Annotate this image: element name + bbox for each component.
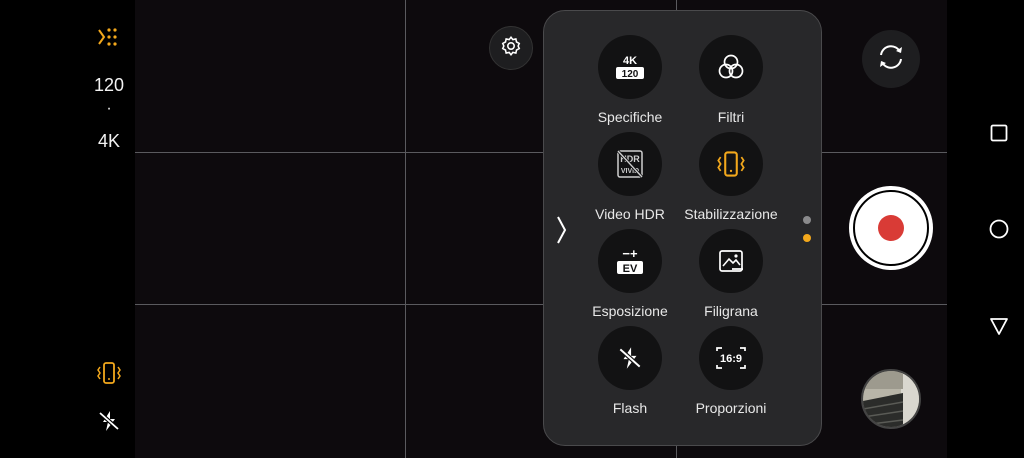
chevron-right-icon[interactable]: [554, 213, 570, 252]
grid-line: [135, 304, 947, 305]
hdr-vivid-off-icon: HDR VIVID: [598, 132, 662, 196]
tile-label: Video HDR: [595, 206, 665, 222]
tile-label: Stabilizzazione: [684, 206, 778, 222]
tile-filtri[interactable]: Filtri: [676, 35, 786, 125]
quick-settings-panel: 4K 120 Specifiche Filtri HDR VIVID Video…: [543, 10, 822, 446]
system-nav-bar: [947, 0, 1024, 458]
separator-dot: ·: [106, 100, 112, 117]
grid-line: [405, 0, 406, 458]
tile-label: Specifiche: [597, 109, 663, 125]
page-dot[interactable]: [803, 216, 811, 224]
resolution-value[interactable]: 4K: [75, 131, 143, 152]
tile-label: Esposizione: [592, 303, 668, 319]
tile-proporzioni[interactable]: 16:9 Proporzioni: [676, 326, 786, 416]
exposure-ev-icon: −+ EV: [598, 229, 662, 293]
circle-icon[interactable]: [989, 219, 1009, 244]
tile-flash[interactable]: Flash: [575, 326, 685, 416]
gear-icon: [500, 35, 522, 62]
tile-label: Filtri: [717, 109, 745, 125]
badge-4k: 4K: [623, 55, 637, 67]
badge-ratio: 16:9: [720, 353, 742, 365]
tile-specifiche[interactable]: 4K 120 Specifiche: [575, 35, 685, 125]
vertical-scan-icon[interactable]: [96, 24, 122, 50]
tile-stabilizzazione[interactable]: Stabilizzazione: [676, 132, 786, 222]
square-icon[interactable]: [990, 124, 1008, 147]
page-dot-active[interactable]: [803, 234, 811, 242]
switch-camera-icon: [876, 42, 906, 77]
watermark-icon: [699, 229, 763, 293]
settings-button[interactable]: [489, 26, 533, 70]
resolution-4k-120-icon: 4K 120: [598, 35, 662, 99]
tile-label: Flash: [612, 400, 648, 416]
left-toolbar: 120 · 4K: [0, 0, 135, 458]
badge-minus-plus: −+: [622, 246, 638, 261]
fps-value[interactable]: 120: [75, 75, 143, 96]
tile-filigrana[interactable]: Filigrana: [676, 229, 786, 319]
tile-label: Proporzioni: [695, 400, 767, 416]
switch-camera-button[interactable]: [862, 30, 920, 88]
grid-line: [135, 152, 947, 153]
triangle-back-icon[interactable]: [989, 316, 1009, 341]
tile-label: Filigrana: [704, 303, 758, 319]
badge-120: 120: [622, 69, 639, 80]
flash-off-icon: [598, 326, 662, 390]
aspect-ratio-icon: 16:9: [699, 326, 763, 390]
badge-ev: EV: [623, 263, 638, 275]
record-button-ring: [853, 190, 929, 266]
camera-viewfinder[interactable]: [135, 0, 947, 458]
gallery-thumbnail[interactable]: [861, 369, 921, 429]
tile-esposizione[interactable]: −+ EV Esposizione: [575, 229, 685, 319]
stabilization-icon: [699, 132, 763, 196]
record-icon: [878, 215, 904, 241]
tile-video-hdr[interactable]: HDR VIVID Video HDR: [575, 132, 685, 222]
filters-icon: [699, 35, 763, 99]
stabilization-icon[interactable]: [96, 360, 122, 386]
flash-off-icon[interactable]: [96, 408, 122, 434]
record-button[interactable]: [849, 186, 933, 270]
